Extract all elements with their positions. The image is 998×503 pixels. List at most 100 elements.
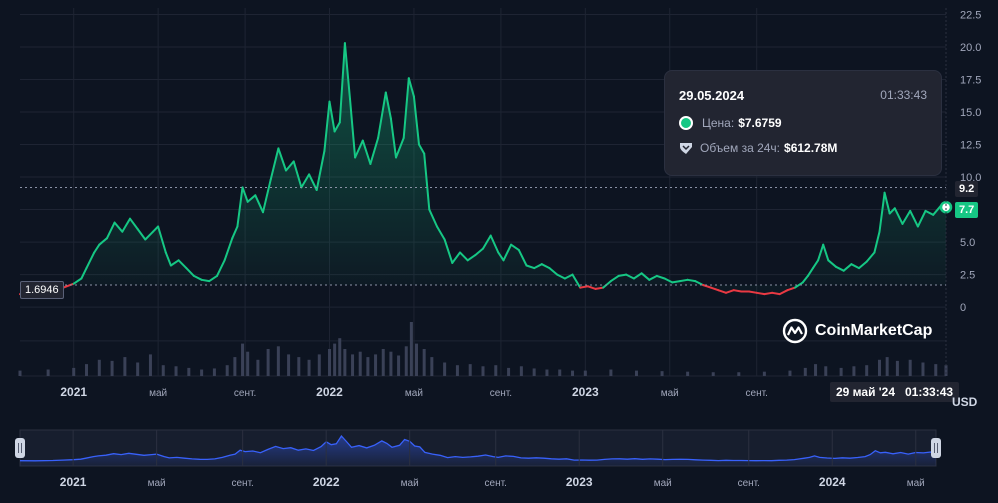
volume-bar xyxy=(686,371,690,376)
brand-name: CoinMarketCap xyxy=(815,322,933,339)
volume-bar xyxy=(317,354,321,376)
navigator-tick-label: 2022 xyxy=(313,475,340,489)
volume-bar xyxy=(583,370,587,376)
volume-bar xyxy=(97,359,101,376)
navigator-handle-right[interactable] xyxy=(931,438,941,458)
navigator-tick-label: май xyxy=(654,478,672,489)
tooltip-price-value: $7.6759 xyxy=(738,116,782,130)
tooltip-time: 01:33:43 xyxy=(880,88,927,102)
volume-bar xyxy=(788,370,792,376)
price-line-segment xyxy=(686,278,697,283)
volume-bar xyxy=(455,365,459,376)
x-tick-label: 2023 xyxy=(572,385,599,399)
navigator-tick-label: 2024 xyxy=(819,475,846,489)
volume-bar xyxy=(921,362,925,376)
volume-bar xyxy=(422,349,426,376)
price-line-segment xyxy=(617,273,628,277)
volume-bar xyxy=(297,357,301,376)
tooltip-volume-value: $612.78M xyxy=(784,141,838,155)
price-line-segment xyxy=(763,291,774,296)
current-price-badge: 7.7 xyxy=(955,202,979,218)
volume-bar xyxy=(824,366,828,376)
crosshair-time: 01:33:43 xyxy=(905,385,954,399)
x-tick-label: сент. xyxy=(234,388,256,399)
navigator-tick-label: сент. xyxy=(738,478,760,489)
volume-bar xyxy=(276,346,280,376)
volume-bar xyxy=(609,369,613,376)
crosshair-date: 29 май '24 xyxy=(836,385,895,399)
volume-bar xyxy=(381,349,385,376)
volume-bar xyxy=(46,369,50,376)
x-tick-label: сент. xyxy=(490,388,512,399)
volume-bar xyxy=(660,371,664,376)
volume-bar xyxy=(72,367,76,376)
volume-bar xyxy=(908,359,912,376)
navigator-tick-label: май xyxy=(907,478,925,489)
volume-bar xyxy=(443,362,447,376)
navigator-tick-label: 2023 xyxy=(566,475,593,489)
volume-bar xyxy=(233,357,237,376)
y-tick-label: 20.0 xyxy=(960,42,981,54)
coinmarketcap-logo-icon xyxy=(782,318,808,344)
volume-bar xyxy=(389,351,393,376)
volume-bar xyxy=(161,365,165,376)
volume-bar xyxy=(519,366,523,376)
volume-bar xyxy=(225,365,229,376)
navigator-tick-label: 2021 xyxy=(60,475,87,489)
tooltip-price-row: Цена: $7.6759 xyxy=(679,116,782,130)
price-line-segment xyxy=(755,291,766,296)
range-navigator[interactable]: 2021 май сент. 2022 май сент. 2023 май сент. 2024… xyxy=(15,429,941,489)
volume-bar xyxy=(634,370,638,376)
volume-bar xyxy=(468,364,472,376)
volume-bar xyxy=(397,355,401,376)
y-tick-label: 22.5 xyxy=(960,10,981,22)
volume-bar xyxy=(246,351,250,376)
current-point xyxy=(939,200,953,214)
price-line-segment xyxy=(748,290,758,294)
tooltip-price-label: Цена: xyxy=(702,116,735,130)
crosshair-date-label: 29 май '24 01:33:43 xyxy=(830,382,960,402)
volume-bar xyxy=(895,360,899,376)
y-tick-label: 0 xyxy=(960,302,966,314)
volume-bar xyxy=(545,369,549,376)
price-line-segment xyxy=(679,278,689,283)
tooltip-volume-label: Объем за 24ч: xyxy=(700,141,781,155)
volume-bar xyxy=(481,366,485,376)
volume-bar xyxy=(18,370,22,376)
volume-bar xyxy=(366,357,370,376)
volume-bar xyxy=(212,368,216,376)
price-line-segment xyxy=(594,286,605,290)
volume-bar xyxy=(174,366,178,376)
x-tick-label: сент. xyxy=(746,388,768,399)
tooltip-date: 29.05.2024 xyxy=(679,88,745,103)
price-dot-icon xyxy=(679,116,693,130)
volume-bar xyxy=(558,369,562,376)
price-line-segment xyxy=(200,278,211,283)
y-tick-label: 2.5 xyxy=(960,270,975,282)
y-tick-label: 12.5 xyxy=(960,140,981,152)
volume-bar xyxy=(338,338,342,376)
y-tick-label: 15.0 xyxy=(960,107,981,119)
tooltip-volume-row: Объем за 24ч: $612.78M xyxy=(679,141,837,155)
y-tick-label: 17.5 xyxy=(960,75,981,87)
volume-bar xyxy=(494,365,498,376)
volume-bar xyxy=(358,351,362,376)
navigator-handle-left[interactable] xyxy=(15,438,25,458)
volume-bar xyxy=(430,357,434,376)
volume-bar xyxy=(110,360,114,376)
navigator-tick-label: май xyxy=(148,478,166,489)
x-tick-label: 2022 xyxy=(316,385,343,399)
volume-bar xyxy=(507,367,511,376)
navigator-tick-label: сент. xyxy=(485,478,507,489)
volume-bar xyxy=(328,349,332,376)
x-tick-label: май xyxy=(149,388,167,399)
volume-bar xyxy=(374,354,378,376)
volume-bar xyxy=(737,372,741,376)
volume-bar xyxy=(148,354,152,376)
volume-bar xyxy=(123,357,127,376)
volume-bar xyxy=(287,354,291,376)
price-line-segment xyxy=(671,280,681,284)
volume-bar xyxy=(814,364,818,376)
volume-bar xyxy=(343,349,347,376)
y-tick-label: 5.0 xyxy=(960,237,975,249)
